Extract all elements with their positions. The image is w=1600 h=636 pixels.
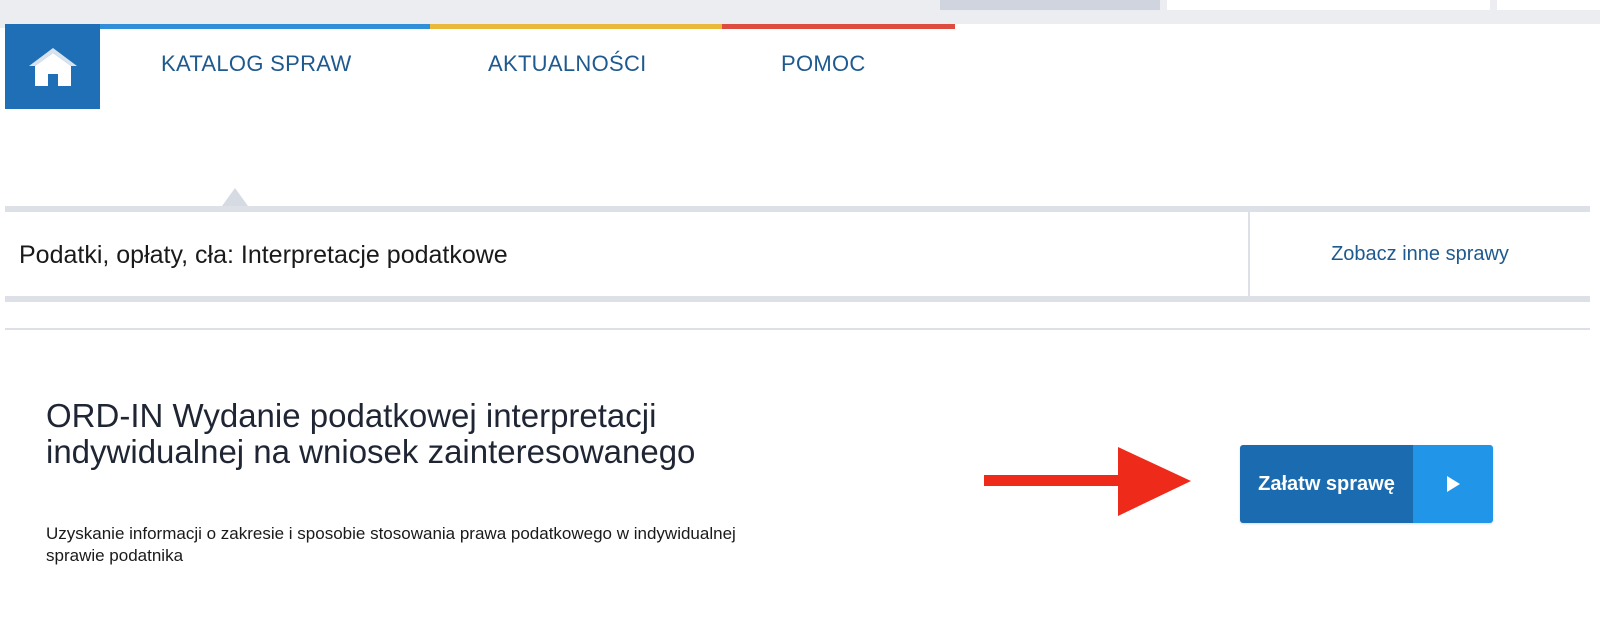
- active-tab-indicator: [222, 188, 248, 206]
- utility-area-right[interactable]: [1497, 0, 1600, 10]
- service-description: Uzyskanie informacji o zakresie i sposob…: [46, 524, 736, 565]
- nav-link-pomoc[interactable]: POMOC: [781, 51, 866, 77]
- color-stripes: [100, 24, 955, 29]
- zalatw-sprawe-button[interactable]: Załatw sprawę: [1240, 445, 1493, 523]
- section-divider: [5, 328, 1590, 330]
- nav-link-aktualnosci[interactable]: AKTUALNOŚCI: [488, 51, 647, 77]
- category-bar: Podatki, opłaty, cła: Interpretacje poda…: [5, 206, 1590, 302]
- home-button[interactable]: [5, 24, 100, 109]
- utility-tab[interactable]: [940, 0, 1160, 10]
- main-navigation: KATALOG SPRAW AKTUALNOŚCI POMOC: [5, 24, 1600, 109]
- action-button-label: Załatw sprawę: [1240, 445, 1413, 523]
- nav-link-katalog-spraw[interactable]: KATALOG SPRAW: [161, 51, 352, 77]
- stripe-blue: [100, 24, 430, 29]
- play-icon: [1447, 476, 1460, 492]
- home-icon: [28, 47, 77, 86]
- utility-search-area[interactable]: [1167, 0, 1490, 10]
- action-button-icon-area: [1413, 445, 1493, 523]
- service-title: ORD-IN Wydanie podatkowej interpretacji …: [46, 397, 696, 470]
- stripe-red: [722, 24, 955, 29]
- category-title: Podatki, opłaty, cła: Interpretacje poda…: [19, 241, 508, 269]
- red-arrow-annotation: [984, 447, 1191, 516]
- stripe-yellow: [430, 24, 722, 29]
- see-other-services-link[interactable]: Zobacz inne sprawy: [1250, 212, 1590, 296]
